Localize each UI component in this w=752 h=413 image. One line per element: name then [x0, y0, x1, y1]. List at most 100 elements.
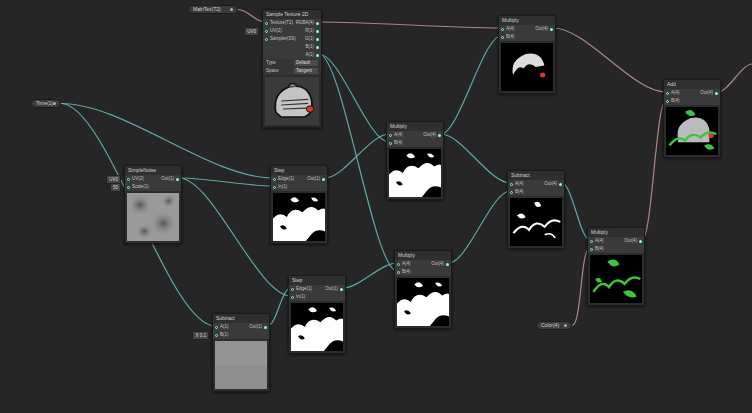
- graph-node[interactable]: AddA(4) Out(4) B(4): [663, 79, 721, 158]
- connection-line[interactable]: [61, 104, 215, 327]
- setting-dropdown[interactable]: Tangent: [294, 68, 318, 74]
- input-port[interactable]: A(4): [590, 237, 604, 245]
- output-port[interactable]: A(1): [305, 51, 319, 59]
- node-header[interactable]: Multiply: [395, 251, 451, 260]
- port-dot[interactable]: [53, 102, 56, 105]
- port-dot[interactable]: [215, 334, 218, 337]
- graph-node[interactable]: SubtractA(4)Out(4)B(4): [507, 170, 565, 249]
- input-port[interactable]: A(4): [397, 260, 411, 268]
- graph-node[interactable]: Sample Texture 2DTexture(T2)RGBA(4)UV(2)…: [262, 9, 322, 128]
- setting-dropdown[interactable]: Default: [294, 60, 318, 66]
- input-port[interactable]: A(4): [510, 180, 524, 188]
- port-dot[interactable]: [438, 134, 441, 137]
- input-port[interactable]: Scale(1)50: [127, 183, 149, 191]
- graph-node[interactable]: MultiplyA(4) Out(4) B(4): [498, 15, 556, 94]
- input-port[interactable]: In(1): [291, 293, 305, 301]
- graph-node[interactable]: MultiplyA(4) Out(4) B(4): [587, 227, 645, 306]
- output-port[interactable]: Out(4): [624, 237, 642, 245]
- port-dot[interactable]: [265, 22, 268, 25]
- input-port[interactable]: A(4): [501, 25, 515, 33]
- connection-line[interactable]: [718, 64, 752, 92]
- port-dot[interactable]: [316, 22, 319, 25]
- output-port[interactable]: Out(4): [423, 131, 441, 139]
- node-header[interactable]: Multiply: [499, 16, 555, 25]
- port-dot[interactable]: [291, 288, 294, 291]
- input-port[interactable]: UV(2)UV0: [127, 175, 144, 183]
- port-dot[interactable]: [273, 178, 276, 181]
- input-port[interactable]: Edge(1): [291, 285, 312, 293]
- port-dot[interactable]: [666, 100, 669, 103]
- port-dot[interactable]: [215, 326, 218, 329]
- graph-node[interactable]: MultiplyA(4) Out(4) B(4): [386, 121, 444, 200]
- input-port[interactable]: Texture(T2): [265, 19, 293, 27]
- port-dot[interactable]: [316, 30, 319, 33]
- output-port[interactable]: Out(1): [325, 285, 343, 293]
- node-header[interactable]: Multiply: [387, 122, 443, 131]
- port-dot[interactable]: [127, 186, 130, 189]
- port-dot[interactable]: [666, 92, 669, 95]
- connection-line[interactable]: [441, 134, 510, 183]
- port-dot[interactable]: [264, 326, 267, 329]
- output-port[interactable]: Out(4): [431, 260, 449, 268]
- connection-line[interactable]: [325, 134, 389, 178]
- port-dot[interactable]: [397, 271, 400, 274]
- input-port[interactable]: B(4): [389, 139, 403, 147]
- port-dot[interactable]: [446, 263, 449, 266]
- connection-line[interactable]: [238, 10, 265, 23]
- graph-node[interactable]: SimpleNoiseUV(2)UV0 Out(1) Scale(1)50: [124, 165, 182, 244]
- graph-node[interactable]: StepEdge(1)Out(1)In(1): [270, 165, 328, 244]
- connection-line[interactable]: [449, 191, 510, 263]
- graph-node[interactable]: StepEdge(1) Out(1) In(1): [288, 275, 346, 354]
- input-port[interactable]: B(1)X 0.1: [215, 331, 229, 339]
- input-port[interactable]: In(1): [273, 183, 287, 191]
- input-port[interactable]: B(4): [590, 245, 604, 253]
- input-port[interactable]: Edge(1): [273, 175, 294, 183]
- port-dot[interactable]: [316, 38, 319, 41]
- input-port[interactable]: B(4): [666, 97, 680, 105]
- port-dot[interactable]: [316, 46, 319, 49]
- connection-line[interactable]: [319, 22, 501, 28]
- node-header[interactable]: SimpleNoise: [125, 166, 181, 175]
- input-port[interactable]: A(4): [666, 89, 680, 97]
- input-port[interactable]: A(1): [215, 323, 229, 331]
- input-value[interactable]: 50: [110, 183, 121, 192]
- port-dot[interactable]: [559, 183, 562, 186]
- property-node[interactable]: MainTex(T2): [188, 5, 238, 14]
- graph-node[interactable]: SubtractA(1) Out(1) B(1)X 0.1: [212, 313, 270, 392]
- node-header[interactable]: Add: [664, 80, 720, 89]
- port-dot[interactable]: [397, 263, 400, 266]
- port-dot[interactable]: [715, 92, 718, 95]
- input-port[interactable]: B(4): [510, 188, 524, 196]
- port-dot[interactable]: [291, 296, 294, 299]
- input-port[interactable]: A(4): [389, 131, 403, 139]
- input-port[interactable]: B(4): [397, 268, 411, 276]
- input-port[interactable]: B(4): [501, 33, 515, 41]
- output-port[interactable]: Out(4): [700, 89, 718, 97]
- output-port[interactable]: B(1): [305, 43, 319, 51]
- connection-line[interactable]: [61, 104, 273, 179]
- connection-line[interactable]: [343, 263, 397, 288]
- output-port[interactable]: R(1): [305, 27, 319, 35]
- port-dot[interactable]: [501, 28, 504, 31]
- port-dot[interactable]: [340, 288, 343, 291]
- connection-line[interactable]: [553, 28, 666, 92]
- output-port[interactable]: Out(1): [161, 175, 179, 183]
- port-dot[interactable]: [590, 248, 593, 251]
- port-dot[interactable]: [316, 54, 319, 57]
- property-node[interactable]: Color(4): [536, 321, 572, 330]
- output-port[interactable]: Out(4): [535, 25, 553, 33]
- port-dot[interactable]: [389, 134, 392, 137]
- node-header[interactable]: Subtract: [213, 314, 269, 323]
- output-port[interactable]: G(1): [305, 35, 319, 43]
- port-dot[interactable]: [639, 240, 642, 243]
- connection-line[interactable]: [562, 183, 590, 240]
- port-dot[interactable]: [265, 30, 268, 33]
- node-header[interactable]: Step: [289, 276, 345, 285]
- port-dot[interactable]: [590, 240, 593, 243]
- node-header[interactable]: Multiply: [588, 228, 644, 237]
- port-dot[interactable]: [127, 178, 130, 181]
- graph-node[interactable]: MultiplyA(4) Out(4) B(4): [394, 250, 452, 329]
- port-dot[interactable]: [230, 8, 233, 11]
- output-port[interactable]: Out(1): [249, 323, 267, 331]
- shader-graph-canvas[interactable]: MainTex(T2) Sample Texture 2DTexture(T2)R…: [0, 0, 752, 413]
